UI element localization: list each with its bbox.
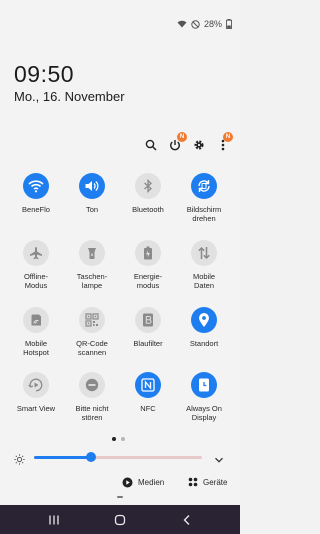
search-button[interactable] <box>142 136 160 154</box>
tile-label: Energie- modus <box>133 272 163 290</box>
tile-smart-view[interactable]: Smart View <box>8 372 64 413</box>
tile-qr-scanner[interactable]: QR-Code scannen <box>64 307 120 357</box>
tile-auto-rotate[interactable]: Bildschirm drehen <box>176 173 232 223</box>
nfc-icon <box>135 372 161 398</box>
battery-saver-icon <box>135 240 161 266</box>
page-indicator <box>112 437 125 441</box>
status-bar: 28% <box>177 17 232 31</box>
tile-label: Bildschirm drehen <box>186 205 222 223</box>
tile-label: Bluetooth <box>132 205 164 214</box>
expand-brightness-button[interactable] <box>214 452 224 470</box>
more-options-button[interactable]: N <box>214 132 233 154</box>
tile-bluetooth[interactable]: Bluetooth <box>120 173 176 214</box>
location-icon <box>191 307 217 333</box>
recent-apps-icon <box>49 515 59 525</box>
qr-code-icon <box>79 307 105 333</box>
bluetooth-icon <box>135 173 161 199</box>
battery-icon <box>226 19 232 29</box>
tile-nfc[interactable]: NFC <box>120 372 176 413</box>
tile-label: Always On Display <box>186 404 222 422</box>
blue-light-filter-icon <box>135 307 161 333</box>
brightness-sun-icon <box>14 452 25 470</box>
media-label: Medien <box>138 477 165 487</box>
recent-apps-button[interactable] <box>47 513 61 527</box>
home-icon <box>114 514 126 526</box>
tile-label: Blaufilter <box>133 339 163 348</box>
battery-percent: 28% <box>203 19 222 29</box>
tile-mobile-hotspot[interactable]: Mobile Hotspot <box>8 307 64 357</box>
settings-button[interactable] <box>190 136 208 154</box>
tile-airplane-mode[interactable]: Offline- Modus <box>8 240 64 290</box>
wifi-icon <box>23 173 49 199</box>
tile-label: Ton <box>85 205 99 214</box>
devices-button[interactable]: Geräte <box>188 475 227 489</box>
panel-drag-handle[interactable] <box>117 496 123 498</box>
do-not-disturb-icon <box>79 372 105 398</box>
page-dot-active[interactable] <box>112 437 116 441</box>
tile-power-mode[interactable]: Energie- modus <box>120 240 176 290</box>
tile-label: Mobile Hotspot <box>23 339 49 357</box>
smart-view-icon <box>23 372 49 398</box>
airplane-icon <box>23 240 49 266</box>
power-badge: N <box>177 132 187 142</box>
tile-location[interactable]: Standort <box>176 307 232 348</box>
back-icon <box>183 515 190 525</box>
back-button[interactable] <box>180 513 194 527</box>
tile-label: Mobile Daten <box>192 272 216 290</box>
always-on-display-icon <box>191 372 217 398</box>
tile-label: Standort <box>189 339 219 348</box>
power-button[interactable]: N <box>166 132 187 154</box>
search-icon <box>145 139 157 151</box>
tile-wifi[interactable]: BeneFlo <box>8 173 64 214</box>
hotspot-icon <box>23 307 49 333</box>
brightness-thumb[interactable] <box>86 452 97 462</box>
tile-label: Smart View <box>16 404 56 413</box>
brightness-fill <box>34 456 92 459</box>
rotate-icon <box>191 173 217 199</box>
brightness-slider[interactable] <box>12 449 232 467</box>
tile-label: Taschen- lampe <box>76 272 108 290</box>
media-output-button[interactable]: Medien <box>122 475 164 489</box>
tile-mobile-data[interactable]: Mobile Daten <box>176 240 232 290</box>
page-dot[interactable] <box>121 437 125 441</box>
tile-label: BeneFlo <box>22 205 50 214</box>
sound-icon <box>79 173 105 199</box>
gear-icon <box>194 140 204 150</box>
tile-always-on-display[interactable]: Always On Display <box>176 372 232 422</box>
do-not-disturb-status-icon <box>191 19 200 29</box>
chevron-down-icon <box>215 457 223 463</box>
navigation-bar <box>0 505 240 534</box>
tile-label: QR-Code scannen <box>76 339 108 357</box>
home-button[interactable] <box>113 513 127 527</box>
play-circle-icon <box>122 477 133 487</box>
tile-blue-light-filter[interactable]: Blaufilter <box>120 307 176 348</box>
flashlight-icon <box>79 240 105 266</box>
tile-do-not-disturb[interactable]: Bitte nicht stören <box>64 372 120 422</box>
tile-label: Bitte nicht stören <box>75 404 109 422</box>
tile-label: Offline- Modus <box>23 272 49 290</box>
quick-settings-panel: 28% 09:50 Mo., 16. November N N BeneFlo <box>0 0 240 503</box>
tile-label: NFC <box>140 404 156 413</box>
mobile-data-icon <box>191 240 217 266</box>
tile-sound[interactable]: Ton <box>64 173 120 214</box>
devices-label: Geräte <box>203 477 228 487</box>
clock-date: Mo., 16. November <box>14 89 125 104</box>
wifi-status-icon <box>177 20 187 28</box>
clock-time: 09:50 <box>14 61 75 87</box>
tile-flashlight[interactable]: Taschen- lampe <box>64 240 120 290</box>
more-options-badge: N <box>223 132 233 142</box>
devices-grid-icon <box>188 477 198 487</box>
